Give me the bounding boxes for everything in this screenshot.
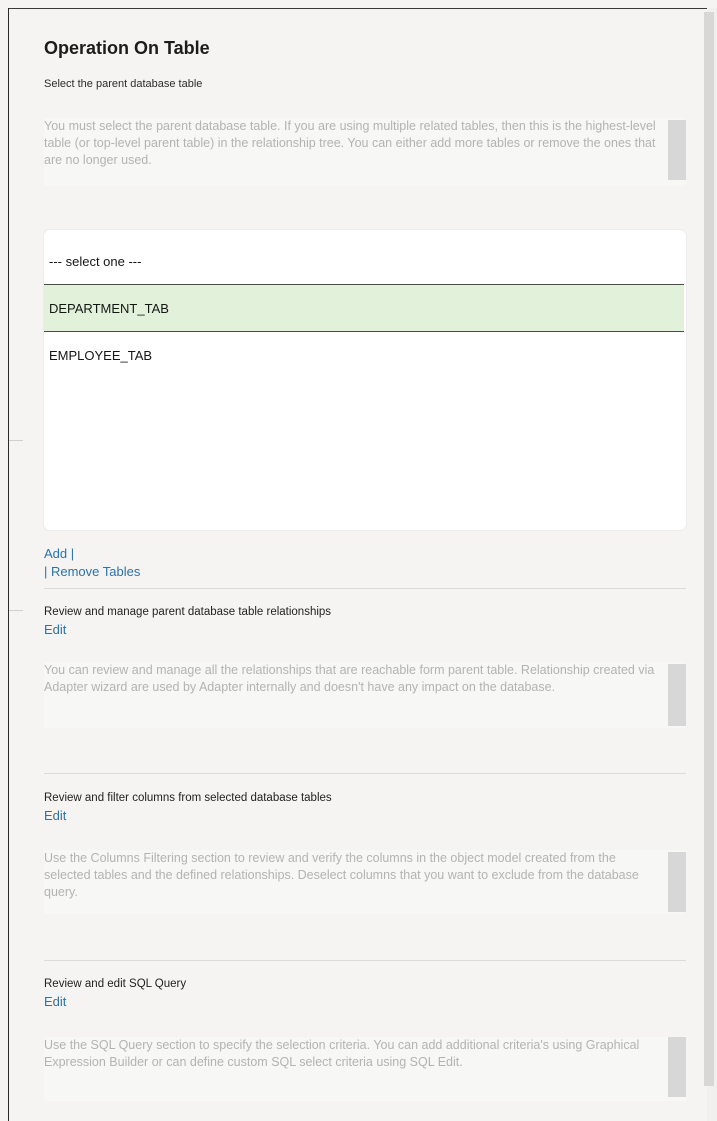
sql-help: Use the SQL Query section to specify the…	[44, 1037, 686, 1101]
columns-section-label: Review and filter columns from selected …	[44, 792, 332, 804]
page-title: Operation On Table	[44, 38, 210, 58]
parent-table-help-text: You must select the parent database tabl…	[44, 119, 656, 167]
left-gutter-mark	[9, 610, 23, 611]
columns-help: Use the Columns Filtering section to rev…	[44, 850, 686, 914]
help-scrollbar[interactable]	[668, 852, 686, 912]
parent-table-help: You must select the parent database tabl…	[44, 118, 686, 186]
frame-top-border	[8, 8, 717, 9]
columns-edit-link[interactable]: Edit	[44, 808, 66, 823]
section-divider	[44, 773, 686, 774]
section-divider	[44, 960, 686, 961]
page-subtitle: Select the parent database table	[44, 78, 203, 90]
section-divider	[44, 588, 686, 589]
relationships-help: You can review and manage all the relati…	[44, 662, 686, 728]
help-scrollbar[interactable]	[668, 120, 686, 180]
listbox-placeholder-option[interactable]: --- select one ---	[44, 250, 684, 274]
sql-section-label: Review and edit SQL Query	[44, 978, 187, 990]
remove-tables-link[interactable]: | Remove Tables	[44, 564, 140, 579]
left-gutter-mark	[9, 440, 23, 441]
help-scrollbar[interactable]	[668, 1037, 686, 1097]
relationships-section-label: Review and manage parent database table …	[44, 606, 332, 618]
listbox-option-employee-tab[interactable]: EMPLOYEE_TAB	[44, 344, 684, 368]
add-table-link[interactable]: Add |	[44, 546, 74, 561]
sql-edit-link[interactable]: Edit	[44, 994, 66, 1009]
help-scrollbar[interactable]	[668, 664, 686, 726]
columns-help-text: Use the Columns Filtering section to rev…	[44, 851, 639, 899]
listbox-option-department-tab[interactable]: DEPARTMENT_TAB	[44, 284, 684, 332]
relationships-edit-link[interactable]: Edit	[44, 622, 66, 637]
frame-left-border	[8, 8, 9, 1121]
relationships-help-text: You can review and manage all the relati…	[44, 663, 655, 694]
parent-table-listbox[interactable]: --- select one --- DEPARTMENT_TAB EMPLOY…	[44, 230, 686, 530]
sql-help-text: Use the SQL Query section to specify the…	[44, 1038, 640, 1069]
panel-scrollbar[interactable]	[704, 12, 714, 1086]
